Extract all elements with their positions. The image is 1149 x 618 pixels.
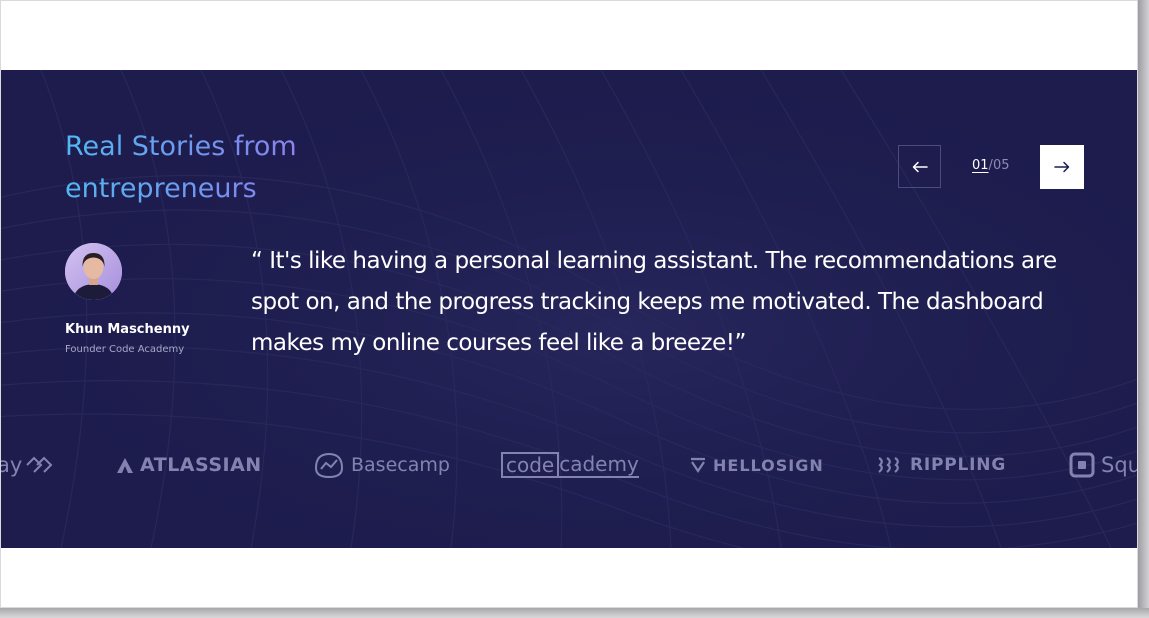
- hellosign-check-icon: [691, 457, 705, 473]
- headline-line-2: entrepreneurs: [65, 173, 257, 204]
- partner-logos-strip: ay ATLASSIAN Basecamp code: [1, 444, 1138, 486]
- square-box-icon: [1069, 452, 1095, 478]
- current-slide: 01: [972, 158, 989, 173]
- testimonial-banner: Real Stories from entrepreneurs 01/05 Kh…: [1, 70, 1138, 548]
- next-button[interactable]: [1040, 145, 1084, 189]
- previous-button[interactable]: [898, 145, 941, 188]
- page-edge-shadow-right: [1138, 0, 1149, 618]
- section-headline: Real Stories from entrepreneurs: [65, 126, 385, 210]
- logo-square: Squ: [1069, 444, 1138, 486]
- logo-pay: ay: [1, 444, 59, 486]
- logo-rippling: RIPPLING: [877, 444, 1006, 486]
- logo-atlassian: ATLASSIAN: [116, 444, 262, 486]
- slide-counter: 01/05: [972, 158, 1009, 173]
- basecamp-chart-icon: [314, 452, 344, 479]
- testimonial-quote: “ It's like having a personal learning a…: [251, 248, 1057, 356]
- headline-line-1: Real Stories from: [65, 131, 297, 162]
- logo-hellosign-text: HELLOSIGN: [713, 455, 824, 475]
- logo-codecademy-boxed: code: [501, 452, 560, 478]
- arrow-right-icon: [1054, 161, 1070, 173]
- arrow-left-icon: [912, 161, 928, 172]
- author-role: Founder Code Academy: [65, 344, 185, 355]
- logo-rippling-text: RIPPLING: [910, 455, 1007, 475]
- zigzag-icon: [26, 456, 53, 473]
- atlassian-triangle-icon: [117, 457, 133, 473]
- logo-pay-text: ay: [1, 453, 23, 477]
- avatar: [65, 243, 122, 300]
- logo-basecamp-text: Basecamp: [351, 454, 450, 476]
- page: Real Stories from entrepreneurs 01/05 Kh…: [0, 0, 1138, 608]
- logo-basecamp: Basecamp: [313, 444, 450, 486]
- rippling-waves-icon: [878, 457, 899, 473]
- logo-codecademy-rest: cademy: [559, 452, 639, 478]
- logo-hellosign: HELLOSIGN: [689, 444, 824, 486]
- logo-codecademy: code cademy: [501, 444, 639, 486]
- logo-atlassian-text: ATLASSIAN: [140, 454, 262, 476]
- person-avatar-icon: [65, 243, 122, 300]
- logo-square-text: Squ: [1101, 453, 1138, 477]
- author-name: Khun Maschenny: [65, 322, 190, 337]
- page-edge-shadow-bottom: [0, 608, 1149, 618]
- total-slides: 05: [992, 158, 1010, 173]
